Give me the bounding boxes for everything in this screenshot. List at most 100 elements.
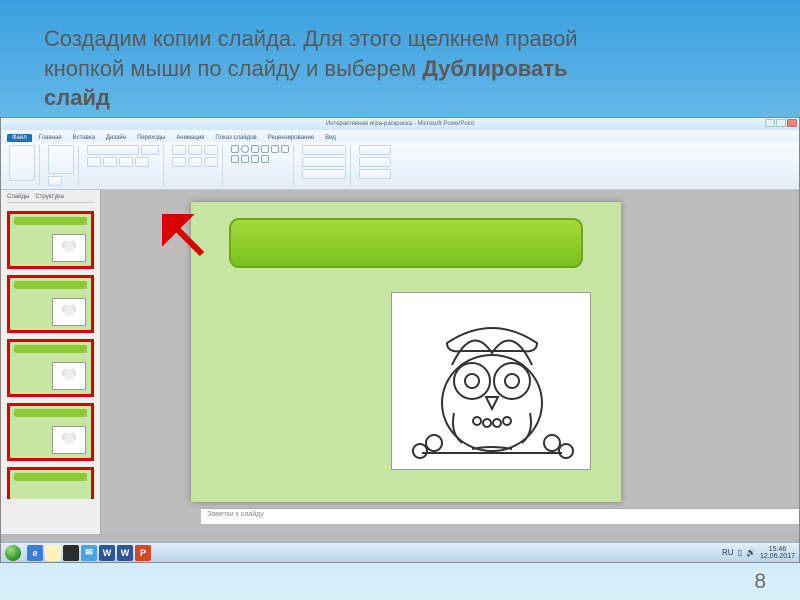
find-button[interactable]	[359, 145, 391, 155]
slide-thumbnail-2[interactable]	[7, 275, 94, 333]
window-titlebar: Интерактивная игра-раскраска - Microsoft…	[1, 118, 799, 130]
powerpoint-screenshot: Интерактивная игра-раскраска - Microsoft…	[0, 117, 800, 563]
layout-button[interactable]	[48, 176, 62, 186]
shape-fill-button[interactable]	[302, 145, 346, 155]
shape-callout-icon[interactable]	[231, 155, 239, 163]
font-color-button[interactable]	[135, 157, 149, 167]
slide-thumbnail-1[interactable]	[7, 211, 94, 269]
taskbar-app-icon[interactable]: W	[99, 545, 115, 561]
shape-more-icon[interactable]	[261, 155, 269, 163]
shape-brace-icon[interactable]	[241, 155, 249, 163]
tab-transitions[interactable]: Переходы	[133, 134, 169, 142]
align-right-button[interactable]	[204, 157, 218, 167]
owl-icon	[392, 293, 592, 471]
window-title: Интерактивная игра-раскраска - Microsoft…	[326, 121, 474, 127]
slide-thumbnail-5[interactable]	[7, 467, 94, 499]
tray-time: 15:46	[760, 546, 795, 553]
numbering-button[interactable]	[188, 145, 202, 155]
system-tray: RU ▯ 🔊 15:46 12.06.2017	[722, 546, 795, 560]
ribbon-tabs: Файл Главная Вставка Дизайн Переходы Ани…	[1, 130, 799, 142]
ribbon-group-styles	[298, 145, 351, 186]
notes-placeholder: Заметки к слайду	[207, 511, 264, 518]
instruction-line2-bold: Дублировать	[422, 56, 567, 81]
page-number: 8	[754, 570, 766, 594]
taskbar-icons: e✉WWP	[27, 545, 153, 561]
tray-date: 12.06.2017	[760, 553, 795, 560]
start-button[interactable]	[5, 545, 21, 561]
tab-home[interactable]: Главная	[35, 134, 66, 142]
instruction-text: Создадим копии слайда. Для этого щелкнем…	[0, 0, 800, 121]
shape-line-icon[interactable]	[251, 145, 259, 153]
select-button[interactable]	[359, 169, 391, 179]
ribbon-group-editing	[355, 145, 395, 186]
slide-thumbnail-panel: Слайды Структура	[1, 190, 101, 534]
bullets-button[interactable]	[172, 145, 186, 155]
thumb-owl-icon	[52, 426, 86, 454]
thumb-owl-icon	[52, 298, 86, 326]
bold-button[interactable]	[87, 157, 101, 167]
tab-file[interactable]: Файл	[7, 134, 32, 142]
close-button[interactable]	[787, 119, 797, 127]
thumbnail-tab-outline[interactable]: Структура	[35, 194, 63, 200]
current-slide[interactable]	[191, 202, 621, 502]
paste-button[interactable]	[9, 145, 35, 181]
tray-clock[interactable]: 15:46 12.06.2017	[760, 546, 795, 560]
tab-animations[interactable]: Анимация	[172, 134, 208, 142]
ribbon-group-paragraph	[168, 145, 223, 186]
thumb-owl-icon	[52, 362, 86, 390]
slide-thumbnail-4[interactable]	[7, 403, 94, 461]
replace-button[interactable]	[359, 157, 391, 167]
underline-button[interactable]	[119, 157, 133, 167]
indent-button[interactable]	[204, 145, 218, 155]
align-left-button[interactable]	[172, 157, 186, 167]
workspace: Слайды Структура	[1, 190, 799, 534]
thumbnail-tab-slides[interactable]: Слайды	[7, 194, 29, 200]
thumb-owl-icon	[52, 234, 86, 262]
ribbon-group-slides	[44, 145, 79, 186]
font-size[interactable]	[141, 145, 159, 155]
ribbon-group-drawing	[227, 145, 294, 186]
shape-oval-icon[interactable]	[241, 145, 249, 153]
minimize-button[interactable]	[765, 119, 775, 127]
shape-rect-icon[interactable]	[231, 145, 239, 153]
new-slide-button[interactable]	[48, 145, 74, 174]
font-select[interactable]	[87, 145, 139, 155]
tab-slideshow[interactable]: Показ слайдов	[211, 134, 260, 142]
tray-lang[interactable]: RU	[722, 548, 734, 557]
slide-edit-area[interactable]: Заметки к слайду	[101, 190, 799, 534]
instruction-line1: Создадим копии слайда. Для этого щелкнем…	[44, 26, 578, 51]
instruction-line2-pre: кнопкой мыши по слайду и выберем	[44, 56, 422, 81]
window-controls	[765, 119, 797, 127]
ribbon	[1, 142, 799, 190]
shape-connector-icon[interactable]	[251, 155, 259, 163]
thumbnail-tabs: Слайды Структура	[7, 194, 94, 203]
align-center-button[interactable]	[188, 157, 202, 167]
slide-title-shape[interactable]	[229, 218, 583, 268]
taskbar-app-icon[interactable]: ✉	[81, 545, 97, 561]
taskbar-app-icon[interactable]: e	[27, 545, 43, 561]
windows-taskbar: e✉WWP RU ▯ 🔊 15:46 12.06.2017	[1, 542, 799, 562]
slide-thumbnail-3[interactable]	[7, 339, 94, 397]
ribbon-group-font	[83, 145, 164, 186]
italic-button[interactable]	[103, 157, 117, 167]
tab-view[interactable]: Вид	[321, 134, 340, 142]
taskbar-app-icon[interactable]	[63, 545, 79, 561]
shape-tri-icon[interactable]	[271, 145, 279, 153]
tab-insert[interactable]: Вставка	[69, 134, 99, 142]
shape-effects-button[interactable]	[302, 169, 346, 179]
taskbar-app-icon[interactable]	[45, 545, 61, 561]
tray-volume-icon[interactable]: 🔊	[746, 548, 756, 557]
taskbar-app-icon[interactable]: P	[135, 545, 151, 561]
taskbar-app-icon[interactable]: W	[117, 545, 133, 561]
maximize-button[interactable]	[776, 119, 786, 127]
slide-owl-image[interactable]	[391, 292, 591, 470]
instruction-line3-bold: слайд	[44, 85, 110, 110]
shape-arrow-icon[interactable]	[261, 145, 269, 153]
notes-pane[interactable]: Заметки к слайду	[201, 508, 799, 524]
ribbon-group-clipboard	[5, 145, 40, 186]
tray-network-icon[interactable]: ▯	[738, 548, 742, 557]
tab-review[interactable]: Рецензирование	[264, 134, 318, 142]
tab-design[interactable]: Дизайн	[102, 134, 130, 142]
shape-star-icon[interactable]	[281, 145, 289, 153]
shape-outline-button[interactable]	[302, 157, 346, 167]
